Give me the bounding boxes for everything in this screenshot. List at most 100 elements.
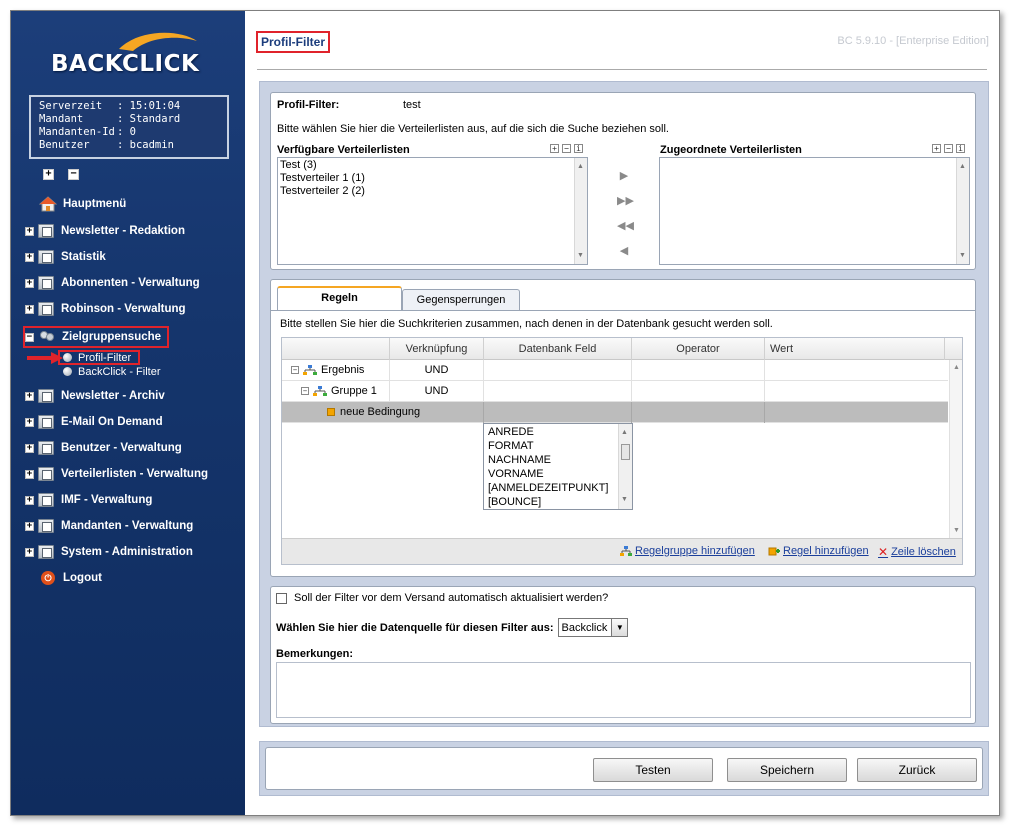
- nav-item-logout[interactable]: ⏻ Logout: [25, 569, 102, 587]
- nav-item-statistik[interactable]: + Statistik: [25, 248, 106, 266]
- scroll-down-icon[interactable]: ▼: [577, 249, 584, 262]
- collapse-icon[interactable]: −: [301, 387, 309, 396]
- collapse-icon[interactable]: −: [944, 144, 953, 153]
- available-lists[interactable]: Test (3) Testverteiler 1 (1) Testverteil…: [277, 157, 588, 265]
- scrollbar[interactable]: ▲ ▼: [956, 158, 969, 264]
- expand-icon[interactable]: +: [25, 278, 34, 288]
- expand-icon[interactable]: +: [25, 417, 34, 427]
- scroll-up-icon[interactable]: ▲: [621, 426, 628, 440]
- scrollbar[interactable]: ▲ ▼: [618, 424, 632, 509]
- back-button[interactable]: Zurück: [857, 758, 977, 782]
- collapse-icon[interactable]: −: [562, 144, 571, 153]
- option[interactable]: ANREDE: [488, 425, 628, 439]
- nav-item-benutzer[interactable]: + Benutzer - Verwaltung: [25, 439, 182, 457]
- datasource-row: Wählen Sie hier die Datenquelle für dies…: [276, 618, 629, 637]
- nav-item-abonnenten[interactable]: + Abonnenten - Verwaltung: [25, 274, 200, 292]
- nav-item-imf[interactable]: + IMF - Verwaltung: [25, 491, 152, 509]
- expand-icon[interactable]: +: [25, 391, 34, 401]
- scrollbar[interactable]: ▲ ▼: [574, 158, 587, 264]
- table-row[interactable]: − Gruppe 1 UND: [282, 381, 948, 402]
- sub-item-profil-filter[interactable]: Profil-Filter: [63, 351, 131, 364]
- power-icon: ⏻: [41, 571, 55, 585]
- scroll-thumb[interactable]: [621, 444, 630, 460]
- tab-gegensperrungen[interactable]: Gegensperrungen: [402, 289, 520, 311]
- sub-item-backclick-filter[interactable]: BackClick - Filter: [63, 365, 161, 378]
- scroll-up-icon[interactable]: ▲: [953, 364, 960, 371]
- tab-regeln[interactable]: Regeln: [277, 286, 402, 310]
- move-right-button[interactable]: ▶: [617, 169, 631, 183]
- assigned-lists[interactable]: ▲ ▼: [659, 157, 970, 265]
- delete-row-link[interactable]: ✕ Zeile löschen: [878, 545, 956, 559]
- expand-icon[interactable]: +: [25, 521, 34, 531]
- option[interactable]: [BOUNCE]: [488, 495, 628, 509]
- list-item[interactable]: Test (3): [280, 159, 585, 172]
- expand-icon[interactable]: +: [932, 144, 941, 153]
- available-list-controls: + − i: [550, 144, 583, 153]
- nav-item-hauptmenu[interactable]: Hauptmenü: [25, 195, 126, 213]
- scroll-down-icon[interactable]: ▼: [621, 493, 628, 507]
- operator-cell[interactable]: [632, 402, 765, 423]
- expand-icon[interactable]: +: [25, 547, 34, 557]
- rules-grid: Verknüpfung Datenbank Feld Operator Wert…: [281, 337, 963, 565]
- auto-update-checkbox[interactable]: [276, 592, 287, 604]
- nav-item-mandanten[interactable]: + Mandanten - Verwaltung: [25, 517, 193, 535]
- tree-cell: − Gruppe 1: [282, 381, 390, 402]
- expand-all-button[interactable]: +: [43, 169, 54, 180]
- folder-icon: [38, 493, 54, 507]
- operator-cell[interactable]: [632, 360, 765, 381]
- add-rule-link[interactable]: Regel hinzufügen: [768, 545, 869, 557]
- nav-item-zielgruppensuche[interactable]: − Zielgruppensuche: [25, 328, 161, 346]
- tree-cell: neue Bedingung: [282, 402, 484, 423]
- list-item[interactable]: Testverteiler 1 (1): [280, 172, 585, 185]
- datasource-select[interactable]: Backclick ▼: [557, 618, 629, 637]
- field-cell[interactable]: [484, 402, 632, 423]
- add-group-link[interactable]: Regelgruppe hinzufügen: [620, 545, 755, 557]
- nav-item-newsletter-redaktion[interactable]: + Newsletter - Redaktion: [25, 222, 185, 240]
- link-cell[interactable]: UND: [390, 381, 484, 402]
- move-all-right-button[interactable]: ▶▶: [617, 194, 634, 208]
- scroll-down-icon[interactable]: ▼: [959, 249, 966, 262]
- option[interactable]: FORMAT: [488, 439, 628, 453]
- list-item[interactable]: Testverteiler 2 (2): [280, 185, 585, 198]
- collapse-icon[interactable]: −: [291, 366, 299, 375]
- field-cell[interactable]: [484, 381, 632, 402]
- scroll-up-icon[interactable]: ▲: [577, 160, 584, 173]
- move-all-left-button[interactable]: ◀◀: [617, 219, 634, 233]
- expand-icon[interactable]: +: [550, 144, 559, 153]
- info-icon[interactable]: i: [574, 144, 583, 153]
- nav-item-system[interactable]: + System - Administration: [25, 543, 193, 561]
- test-button[interactable]: Testen: [593, 758, 713, 782]
- expand-icon[interactable]: +: [25, 252, 34, 262]
- scroll-up-icon[interactable]: ▲: [959, 160, 966, 173]
- table-row-selected[interactable]: neue Bedingung: [282, 402, 948, 423]
- main-content: Profil-Filter BC 5.9.10 - [Enterprise Ed…: [245, 11, 999, 815]
- field-cell[interactable]: [484, 360, 632, 381]
- folder-icon: [38, 519, 54, 533]
- collapse-icon[interactable]: −: [25, 332, 34, 342]
- expand-icon[interactable]: +: [25, 469, 34, 479]
- link-cell[interactable]: UND: [390, 360, 484, 381]
- operator-cell[interactable]: [632, 381, 765, 402]
- nav-item-robinson[interactable]: + Robinson - Verwaltung: [25, 300, 186, 318]
- info-icon[interactable]: i: [956, 144, 965, 153]
- expand-icon[interactable]: +: [25, 226, 34, 236]
- chevron-down-icon[interactable]: ▼: [611, 619, 628, 636]
- option[interactable]: VORNAME: [488, 467, 628, 481]
- expand-icon[interactable]: +: [25, 495, 34, 505]
- expand-icon[interactable]: +: [25, 443, 34, 453]
- option[interactable]: [ANMELDEZEITPUNKT]: [488, 481, 628, 495]
- grid-scrollbar[interactable]: ▲ ▼: [949, 360, 962, 538]
- filter-name-value: test: [403, 99, 421, 111]
- table-row[interactable]: − Ergebnis UND: [282, 360, 948, 381]
- expand-icon[interactable]: +: [25, 304, 34, 314]
- nav-item-newsletter-archiv[interactable]: + Newsletter - Archiv: [25, 387, 165, 405]
- remarks-textarea[interactable]: [276, 662, 971, 718]
- move-left-button[interactable]: ◀: [617, 244, 631, 258]
- save-button[interactable]: Speichern: [727, 758, 847, 782]
- collapse-all-button[interactable]: −: [68, 169, 79, 180]
- option[interactable]: NACHNAME: [488, 453, 628, 467]
- scroll-down-icon[interactable]: ▼: [953, 527, 960, 534]
- nav-item-email-on-demand[interactable]: + E-Mail On Demand: [25, 413, 163, 431]
- nav-item-verteilerlisten[interactable]: + Verteilerlisten - Verwaltung: [25, 465, 208, 483]
- field-select-list[interactable]: ANREDE FORMAT NACHNAME VORNAME [ANMELDEZ…: [483, 423, 633, 510]
